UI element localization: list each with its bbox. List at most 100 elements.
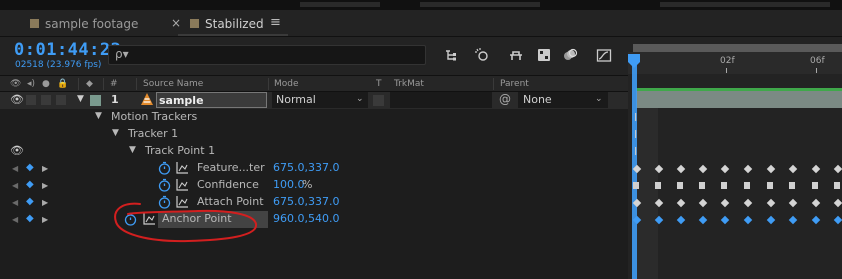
visibility-eye-icon[interactable]: 👁 [10,93,24,106]
composition-flowchart-icon[interactable] [442,45,462,65]
preserve-transparency-toggle[interactable] [373,95,384,106]
keyframe[interactable] [811,215,821,225]
property-row-attach-point[interactable]: ◀ ◆ ▶ Attach Point 675.0,337.0 [0,194,628,211]
motion-blur-icon[interactable] [560,45,580,65]
keyframe[interactable] [744,182,750,189]
keyframe[interactable] [720,164,730,174]
keyframe[interactable] [789,182,795,189]
playhead-handle[interactable] [628,54,640,68]
keyframe[interactable] [632,198,642,208]
prev-keyframe-icon[interactable]: ◀ [12,215,18,224]
property-value[interactable]: 675.0,337.0 [273,161,339,174]
frame-blending-icon[interactable] [534,45,554,65]
keyframe[interactable] [677,182,683,189]
property-row-feature-center[interactable]: ◀ ◆ ▶ Feature...ter 675.0,337.0 [0,160,628,177]
blend-mode-select[interactable]: Normal ⌄ [272,92,368,108]
next-keyframe-icon[interactable]: ▶ [42,198,48,207]
keyframe[interactable] [833,164,842,174]
stopwatch-icon[interactable] [158,178,171,195]
keyframe[interactable] [654,164,664,174]
keyframe[interactable] [632,164,642,174]
solo-header-icon[interactable]: ● [42,79,50,89]
keyframe[interactable] [720,198,730,208]
keyframe[interactable] [833,198,842,208]
eye-header-icon[interactable]: 👁 [10,79,21,89]
keyframe[interactable] [721,182,727,189]
keyframe[interactable] [676,215,686,225]
layer-name-field[interactable]: sample ...age.mov [156,92,267,120]
add-keyframe-icon[interactable]: ◆ [26,162,34,173]
keyframe[interactable] [654,215,664,225]
column-parent[interactable]: Parent [500,79,529,89]
keyframe[interactable] [699,182,705,189]
keyframe[interactable] [788,164,798,174]
expand-chevron-icon[interactable]: ▼ [95,111,102,121]
audio-toggle[interactable] [26,95,36,105]
graph-icon[interactable] [176,162,188,177]
pick-whip-icon[interactable]: @ [499,92,511,106]
keyframe[interactable] [698,198,708,208]
keyframe[interactable] [654,198,664,208]
property-row-confidence[interactable]: ◀ ◆ ▶ Confidence 100.0 % [0,177,628,194]
column-mode[interactable]: Mode [274,79,299,89]
keyframe[interactable] [766,215,776,225]
layer-duration-bar[interactable] [636,91,842,108]
keyframe[interactable] [834,182,840,189]
add-keyframe-icon[interactable]: ◆ [26,213,34,224]
solo-toggle[interactable] [41,95,51,105]
column-t[interactable]: T [376,79,382,89]
keyframe[interactable] [833,215,842,225]
property-value[interactable]: 100.0 [273,178,305,191]
tab-stabilized[interactable]: Stabilized [190,10,264,37]
keyframe[interactable] [811,164,821,174]
visibility-eye-icon[interactable]: 👁 [10,144,24,157]
keyframe[interactable] [633,182,639,189]
work-area-bar[interactable] [633,44,842,52]
keyframe[interactable] [766,198,776,208]
layer-row[interactable]: 👁 ▼ 1 sample ...age.mov Normal ⌄ @ None … [0,92,628,120]
expand-chevron-icon[interactable]: ▼ [129,145,136,155]
draft-3d-icon[interactable] [472,45,492,65]
keyframe[interactable] [788,215,798,225]
motion-trackers-row[interactable]: ▼ Motion Trackers [0,109,628,126]
column-number[interactable]: # [110,79,118,89]
lock-toggle[interactable] [56,95,66,105]
lock-header-icon[interactable]: 🔒 [57,79,68,89]
keyframe[interactable] [720,215,730,225]
add-keyframe-icon[interactable]: ◆ [26,179,34,190]
next-keyframe-icon[interactable]: ▶ [42,215,48,224]
property-value[interactable]: 675.0,337.0 [273,195,339,208]
close-tab-icon[interactable]: × [171,16,181,30]
panel-menu-icon[interactable]: ≡ [270,15,281,30]
keyframe[interactable] [811,198,821,208]
label-header-icon[interactable]: ◆ [86,79,93,89]
parent-select[interactable]: None ⌄ [518,92,608,108]
keyframe[interactable] [676,164,686,174]
keyframe[interactable] [655,182,661,189]
add-keyframe-icon[interactable]: ◆ [26,196,34,207]
keyframe[interactable] [698,164,708,174]
tracker-row[interactable]: ▼ Tracker 1 [0,126,628,143]
keyframe[interactable] [743,215,753,225]
next-keyframe-icon[interactable]: ▶ [42,164,48,173]
property-row-anchor-point[interactable]: ◀ ◆ ▶ Anchor Point 960.0,540.0 [0,211,628,228]
keyframe[interactable] [743,198,753,208]
keyframe[interactable] [698,215,708,225]
prev-keyframe-icon[interactable]: ◀ [12,164,18,173]
search-input[interactable]: ρ▾ [108,45,426,65]
tab-sample-footage[interactable]: sample footage [30,10,138,37]
audio-header-icon[interactable]: ◂) [27,79,35,89]
stopwatch-icon[interactable] [158,161,171,178]
current-time-display[interactable]: 0:01:44:22 [14,40,121,60]
trkmat-select[interactable] [390,92,492,108]
expand-chevron-icon[interactable]: ▼ [112,128,119,138]
keyframe[interactable] [743,164,753,174]
layer-label-color[interactable] [90,95,101,106]
graph-icon[interactable] [176,179,188,194]
column-source-name[interactable]: Source Name [143,79,203,89]
keyframe[interactable] [766,164,776,174]
keyframe[interactable] [767,182,773,189]
keyframe[interactable] [632,215,642,225]
expand-chevron-icon[interactable]: ▼ [77,94,84,104]
prev-keyframe-icon[interactable]: ◀ [12,181,18,190]
